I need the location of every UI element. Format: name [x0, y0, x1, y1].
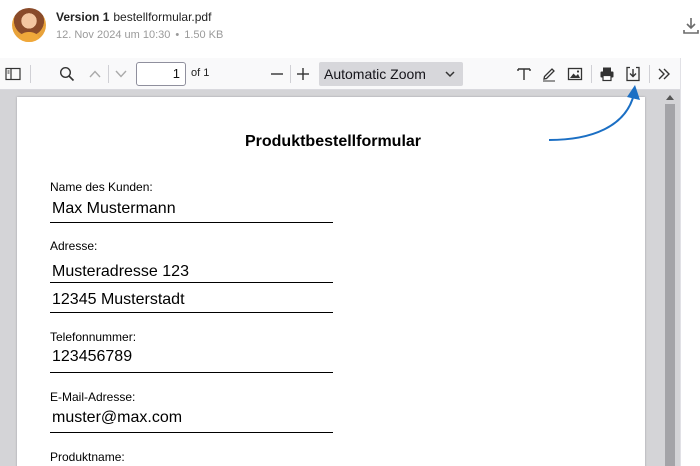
scrollbar-thumb[interactable] [665, 104, 675, 466]
toolbar-divider [649, 65, 650, 83]
double-chevron-icon[interactable] [655, 65, 673, 83]
zoom-in-icon[interactable] [294, 65, 312, 83]
scroll-up-icon[interactable] [664, 92, 676, 102]
field-underline [50, 312, 333, 313]
chevron-down-icon [445, 71, 455, 78]
field-underline [50, 432, 333, 433]
print-icon[interactable] [598, 65, 616, 83]
zoom-value: Automatic Zoom [324, 66, 426, 82]
image-icon[interactable] [566, 65, 584, 83]
toolbar-divider [30, 65, 31, 83]
field-value-address-line1[interactable]: Musteradresse 123 [52, 263, 189, 281]
field-value-name[interactable]: Max Mustermann [52, 200, 176, 218]
page-count: of 1 [191, 67, 210, 79]
field-value-email[interactable]: muster@max.com [52, 409, 182, 427]
field-underline [50, 222, 333, 223]
avatar [12, 8, 46, 42]
download-icon[interactable] [682, 16, 700, 36]
next-page-icon[interactable] [112, 65, 130, 83]
field-underline [50, 282, 333, 283]
field-label-email: E-Mail-Adresse: [50, 390, 136, 404]
annotation-arrow-icon [548, 85, 640, 141]
search-icon[interactable] [58, 65, 76, 83]
field-label-phone: Telefonnummer: [50, 330, 137, 344]
zoom-select[interactable]: Automatic Zoom [319, 62, 463, 86]
field-label-name: Name des Kunden: [50, 180, 153, 194]
previous-page-icon[interactable] [86, 65, 104, 83]
file-title: Version 1 bestellformular.pdf [56, 10, 211, 24]
field-label-product: Produktname: [50, 450, 125, 464]
pdf-page: Produktbestellformular Name des Kunden: … [17, 97, 645, 466]
field-underline [50, 372, 333, 373]
file-date: 12. Nov 2024 um 10:30 [56, 29, 171, 41]
filename: bestellformular.pdf [113, 10, 212, 24]
toolbar-divider [290, 65, 291, 83]
file-size: 1.50 KB [184, 29, 224, 41]
text-icon[interactable] [515, 65, 533, 83]
field-value-phone[interactable]: 123456789 [52, 348, 132, 366]
toolbar-divider [108, 65, 109, 83]
field-label-address: Adresse: [50, 239, 98, 253]
sidebar-toggle-icon[interactable] [4, 65, 22, 83]
zoom-out-icon[interactable] [268, 65, 286, 83]
field-value-address-line2[interactable]: 12345 Musterstadt [52, 291, 185, 309]
toolbar-divider [591, 65, 592, 83]
side-panel-edge [680, 58, 700, 466]
version-label: Version 1 [56, 10, 110, 24]
draw-icon[interactable] [540, 65, 558, 83]
meta-separator: • [175, 29, 180, 41]
file-meta: 12. Nov 2024 um 10:30 • 1.50 KB [56, 29, 223, 41]
page-number-input[interactable]: 1 [136, 62, 186, 86]
save-icon[interactable] [624, 65, 642, 83]
file-header: Version 1 bestellformular.pdf 12. Nov 202… [0, 0, 700, 58]
